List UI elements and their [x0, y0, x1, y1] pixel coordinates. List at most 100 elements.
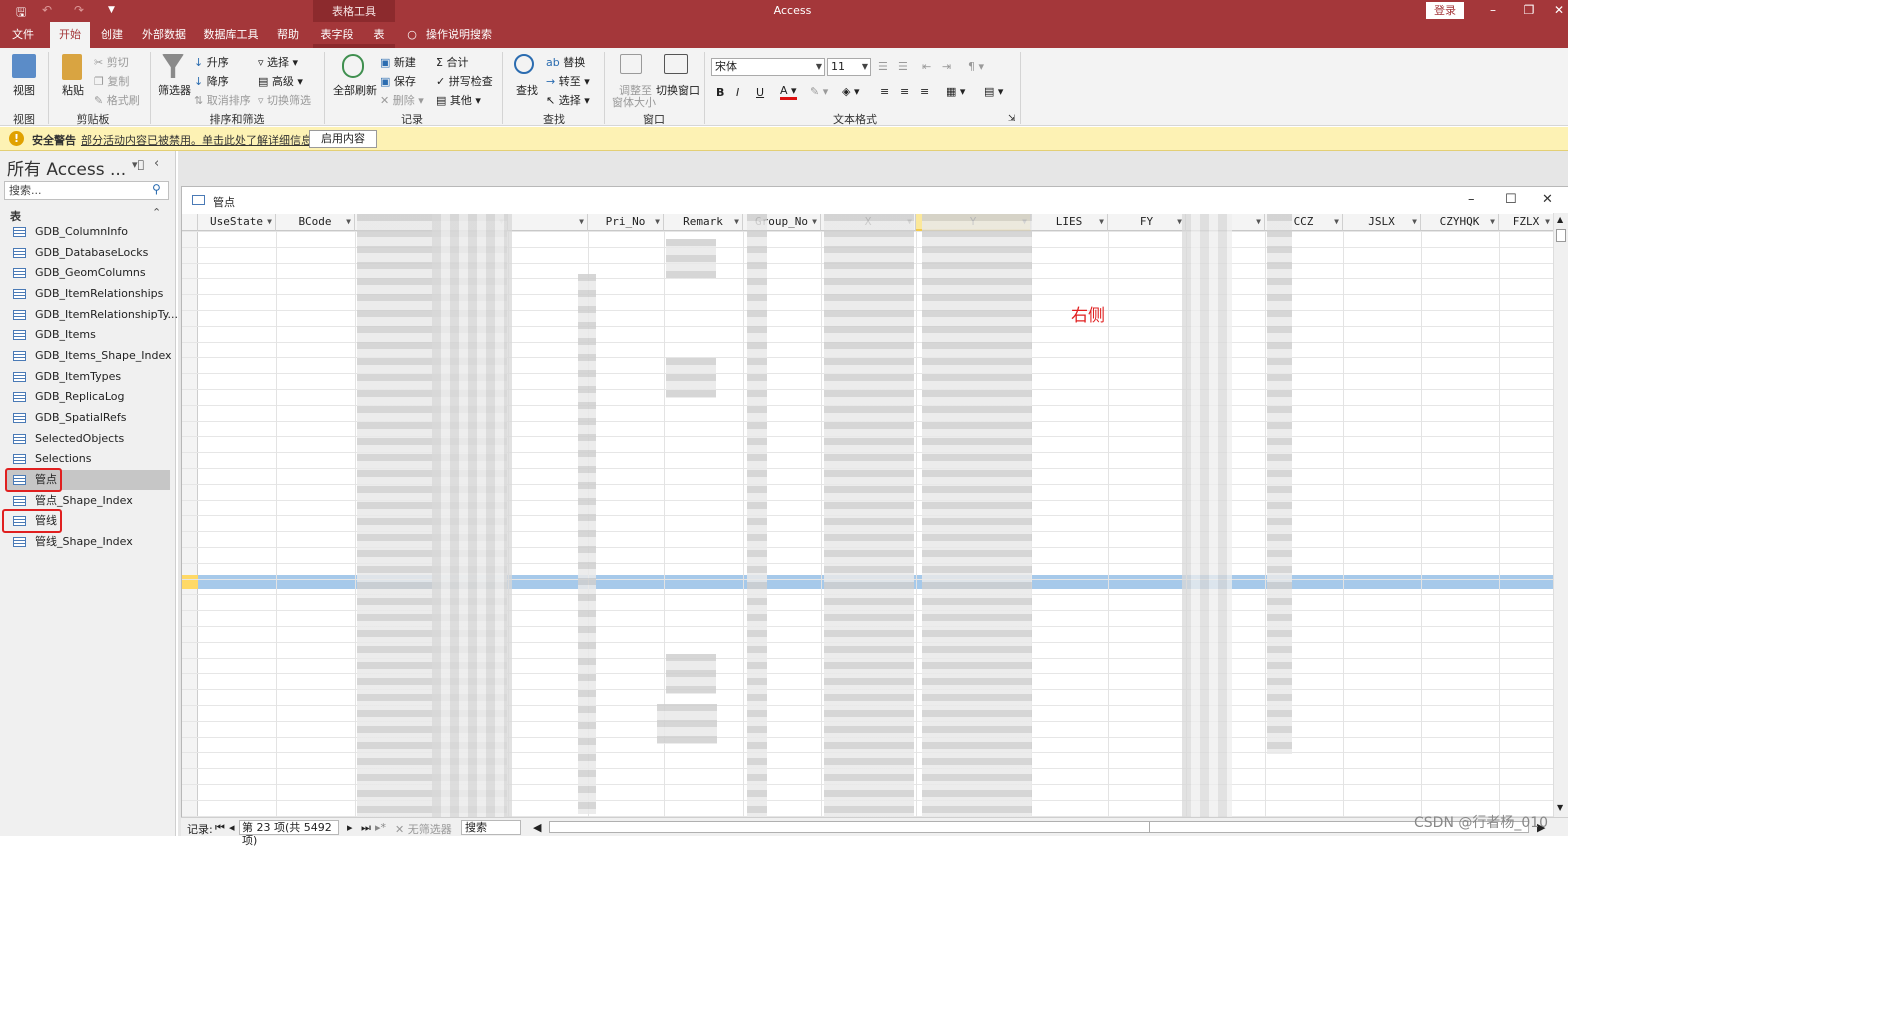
record-search-input[interactable]: 搜索: [461, 820, 521, 835]
underline-icon[interactable]: U: [756, 86, 764, 99]
nav-item-guanxian-shape-index[interactable]: 管线_Shape_Index: [6, 532, 170, 552]
font-size-select[interactable]: 11 ▼: [827, 58, 871, 76]
view-icon[interactable]: [12, 54, 36, 78]
horizontal-scrollbar[interactable]: [549, 821, 1529, 833]
column-header[interactable]: ▼: [508, 214, 588, 231]
column-header[interactable]: UseState ▼: [198, 214, 276, 231]
collapse-chevron-icon[interactable]: ‹: [154, 156, 159, 171]
no-filter-indicator[interactable]: ✕ 无筛选器: [395, 821, 452, 837]
ascending-button[interactable]: ↓ 升序: [194, 54, 229, 70]
nav-item-gdb-spatialrefs[interactable]: GDB_SpatialRefs: [6, 408, 170, 428]
current-record-selector[interactable]: [182, 575, 198, 589]
login-button[interactable]: 登录: [1426, 2, 1464, 19]
tab-database-tools[interactable]: 数据库工具: [198, 22, 264, 48]
alternate-row-color-icon[interactable]: ▤ ▾: [984, 85, 1003, 98]
column-header[interactable]: Pri_No ▼: [588, 214, 664, 231]
column-header[interactable]: FY ▼: [1108, 214, 1186, 231]
replace-button[interactable]: ab 替换: [546, 54, 585, 70]
undo-icon[interactable]: ↶: [42, 3, 52, 17]
selection-filter-button[interactable]: ▿ 选择 ▾: [258, 54, 298, 70]
nav-item-gdb-items[interactable]: GDB_Items: [6, 325, 170, 345]
scroll-thumb[interactable]: [1556, 229, 1566, 242]
column-header[interactable]: CZYHQK ▼: [1421, 214, 1499, 231]
doc-close-icon[interactable]: ✕: [1542, 192, 1553, 207]
switch-windows-button[interactable]: 切换窗口: [656, 82, 700, 98]
find-icon[interactable]: [514, 54, 534, 74]
nav-item-gdb-replicalog[interactable]: GDB_ReplicaLog: [6, 387, 170, 407]
tab-external-data[interactable]: 外部数据: [136, 22, 192, 48]
save-icon[interactable]: 🖫: [16, 3, 26, 24]
view-button[interactable]: 视图: [13, 82, 35, 98]
goto-button[interactable]: → 转至 ▾: [546, 73, 590, 89]
hscroll-left-icon[interactable]: ◀: [533, 821, 541, 834]
paste-button[interactable]: 粘贴: [62, 82, 84, 98]
restore-icon[interactable]: ❐: [1514, 2, 1544, 18]
select-all-corner[interactable]: [182, 214, 198, 231]
switch-windows-icon[interactable]: [664, 54, 688, 74]
filter-icon[interactable]: [162, 54, 184, 78]
totals-button[interactable]: Σ 合计: [436, 54, 468, 70]
nav-item-guandian-shape-index[interactable]: 管点_Shape_Index: [6, 491, 170, 511]
column-header[interactable]: Remark ▼: [664, 214, 743, 231]
paste-icon[interactable]: [62, 54, 82, 80]
next-record-icon[interactable]: ▸: [347, 821, 353, 834]
nav-item-gdb-items-shape-index[interactable]: GDB_Items_Shape_Index: [6, 346, 172, 366]
descending-button[interactable]: ↓ 降序: [194, 73, 229, 89]
customize-qat-icon[interactable]: ▼: [108, 5, 115, 15]
advanced-filter-button[interactable]: ▤ 高级 ▾: [258, 73, 303, 89]
previous-record-icon[interactable]: ◂: [229, 821, 235, 834]
nav-item-selectedobjects[interactable]: SelectedObjects: [6, 429, 170, 449]
spelling-button[interactable]: ✓ 拼写检查: [436, 73, 493, 89]
italic-icon[interactable]: I: [736, 86, 739, 99]
search-icon[interactable]: ⚲: [152, 182, 161, 196]
fill-color-icon[interactable]: ◈ ▾: [842, 85, 859, 98]
hscroll-thumb[interactable]: [550, 822, 1150, 832]
tab-table[interactable]: 表: [366, 22, 392, 48]
tab-create[interactable]: 创建: [94, 22, 130, 48]
tab-home[interactable]: 开始: [50, 22, 90, 48]
last-record-icon[interactable]: ⏭: [361, 821, 371, 835]
nav-item-selections[interactable]: Selections: [6, 449, 170, 469]
scroll-up-icon[interactable]: ▲: [1557, 215, 1563, 224]
first-record-icon[interactable]: ⏮: [215, 821, 225, 835]
tab-fields[interactable]: 表字段: [318, 22, 356, 48]
datasheet-grid[interactable]: UseState▼ BCode▼ ▼ ▼ Pri_No▼ Remark▼ Gro…: [182, 214, 1554, 818]
select-button[interactable]: ↖ 选择 ▾: [546, 92, 590, 108]
nav-item-gdb-columninfo[interactable]: GDB_ColumnInfo: [6, 222, 170, 242]
align-right-icon[interactable]: ≡: [920, 85, 929, 98]
more-records-button[interactable]: ▤ 其他 ▾: [436, 92, 481, 108]
vertical-scrollbar[interactable]: ▲ ▼: [1553, 213, 1568, 817]
tab-file[interactable]: 文件: [4, 22, 42, 48]
find-button[interactable]: 查找: [516, 82, 538, 98]
nav-menu-icon[interactable]: ▾⃝: [132, 158, 144, 171]
nav-item-gdb-itemrelationshiptypes[interactable]: GDB_ItemRelationshipTy...: [6, 305, 178, 325]
redo-icon[interactable]: ↷: [74, 3, 84, 17]
scroll-down-icon[interactable]: ▼: [1557, 803, 1563, 812]
refresh-all-icon[interactable]: [342, 54, 364, 78]
align-center-icon[interactable]: ≡: [900, 85, 909, 98]
new-record-icon[interactable]: ▸*: [375, 821, 386, 834]
refresh-all-button[interactable]: 全部刷新: [333, 82, 377, 98]
record-selector-column[interactable]: [182, 231, 198, 818]
tab-help[interactable]: 帮助: [270, 22, 306, 48]
column-header[interactable]: BCode ▼: [276, 214, 355, 231]
enable-content-button[interactable]: 启用内容: [309, 130, 377, 148]
column-header[interactable]: LIES ▼: [1031, 214, 1108, 231]
chevron-up-icon[interactable]: ⌃: [152, 206, 161, 219]
bold-icon[interactable]: B: [716, 86, 724, 99]
nav-pane-title[interactable]: 所有 Access ...: [7, 155, 126, 180]
nav-item-gdb-databaselocks[interactable]: GDB_DatabaseLocks: [6, 243, 170, 263]
column-header[interactable]: JSLX ▼: [1343, 214, 1421, 231]
save-record-button[interactable]: ▣ 保存: [380, 73, 416, 89]
nav-item-gdb-itemtypes[interactable]: GDB_ItemTypes: [6, 367, 170, 387]
tell-me-search[interactable]: 操作说明搜索: [426, 22, 496, 48]
font-color-icon[interactable]: A ▾: [780, 84, 797, 100]
record-position-input[interactable]: 第 23 项(共 5492 项): [239, 820, 339, 847]
nav-item-gdb-itemrelationships[interactable]: GDB_ItemRelationships: [6, 284, 170, 304]
font-name-select[interactable]: 宋体 ▼: [711, 58, 825, 76]
column-header[interactable]: FZLX ▼: [1499, 214, 1554, 231]
new-record-button[interactable]: ▣ 新建: [380, 54, 416, 70]
minimize-icon[interactable]: –: [1478, 2, 1508, 18]
nav-item-gdb-geomcolumns[interactable]: GDB_GeomColumns: [6, 263, 170, 283]
nav-search-input[interactable]: 搜索...: [4, 181, 169, 200]
